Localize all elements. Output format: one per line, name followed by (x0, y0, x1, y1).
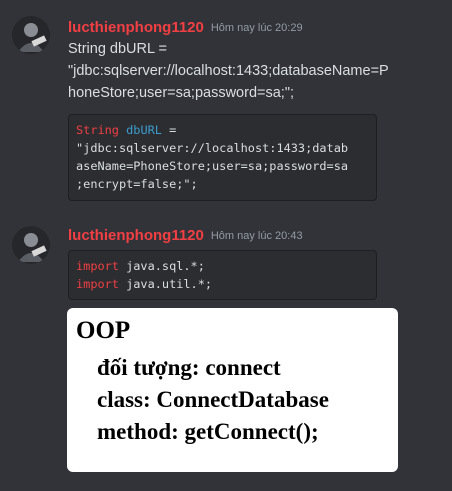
code-text: java.sql.*; (118, 259, 205, 273)
message-header: lucthienphong1120 Hôm nay lúc 20:43 (68, 225, 303, 244)
message-text-line: String dbURL = (68, 41, 168, 57)
image-text-line: method: getConnect(); (97, 419, 319, 444)
code-line: import java.util.*; (76, 275, 370, 293)
timestamp[interactable]: Hôm nay lúc 20:43 (211, 230, 303, 242)
image-text-line: đối tượng: connect (97, 355, 281, 380)
code-text: java.util.*; (118, 277, 213, 291)
timestamp[interactable]: Hôm nay lúc 20:29 (211, 22, 303, 34)
image-attachment[interactable]: OOP đối tượng: connect class: ConnectDat… (67, 308, 398, 472)
image-text-line: class: ConnectDatabase (97, 387, 329, 412)
user-avatar-icon (12, 16, 50, 54)
message-text-line: "jdbc:sqlserver://localhost:1433;databas… (68, 63, 389, 79)
avatar[interactable] (12, 226, 50, 264)
avatar[interactable] (12, 16, 50, 54)
user-avatar-icon (12, 226, 50, 264)
code-block[interactable]: import java.sql.*; import java.util.*; (68, 250, 377, 300)
message-header: lucthienphong1120 Hôm nay lúc 20:29 (68, 17, 303, 36)
code-keyword: import (76, 277, 119, 291)
code-variable: dbURL (126, 123, 162, 137)
message-text: String dbURL = "jdbc:sqlserver://localho… (68, 38, 440, 104)
code-block[interactable]: String dbURL = "jdbc:sqlserver://localho… (68, 114, 377, 201)
code-keyword: String (76, 123, 119, 137)
code-keyword: import (76, 259, 119, 273)
message-text-line: honeStore;user=sa;password=sa;"; (68, 85, 295, 101)
code-line: import java.sql.*; (76, 257, 370, 275)
username[interactable]: lucthienphong1120 (68, 19, 204, 36)
image-title: OOP (76, 317, 131, 344)
username[interactable]: lucthienphong1120 (68, 227, 204, 244)
